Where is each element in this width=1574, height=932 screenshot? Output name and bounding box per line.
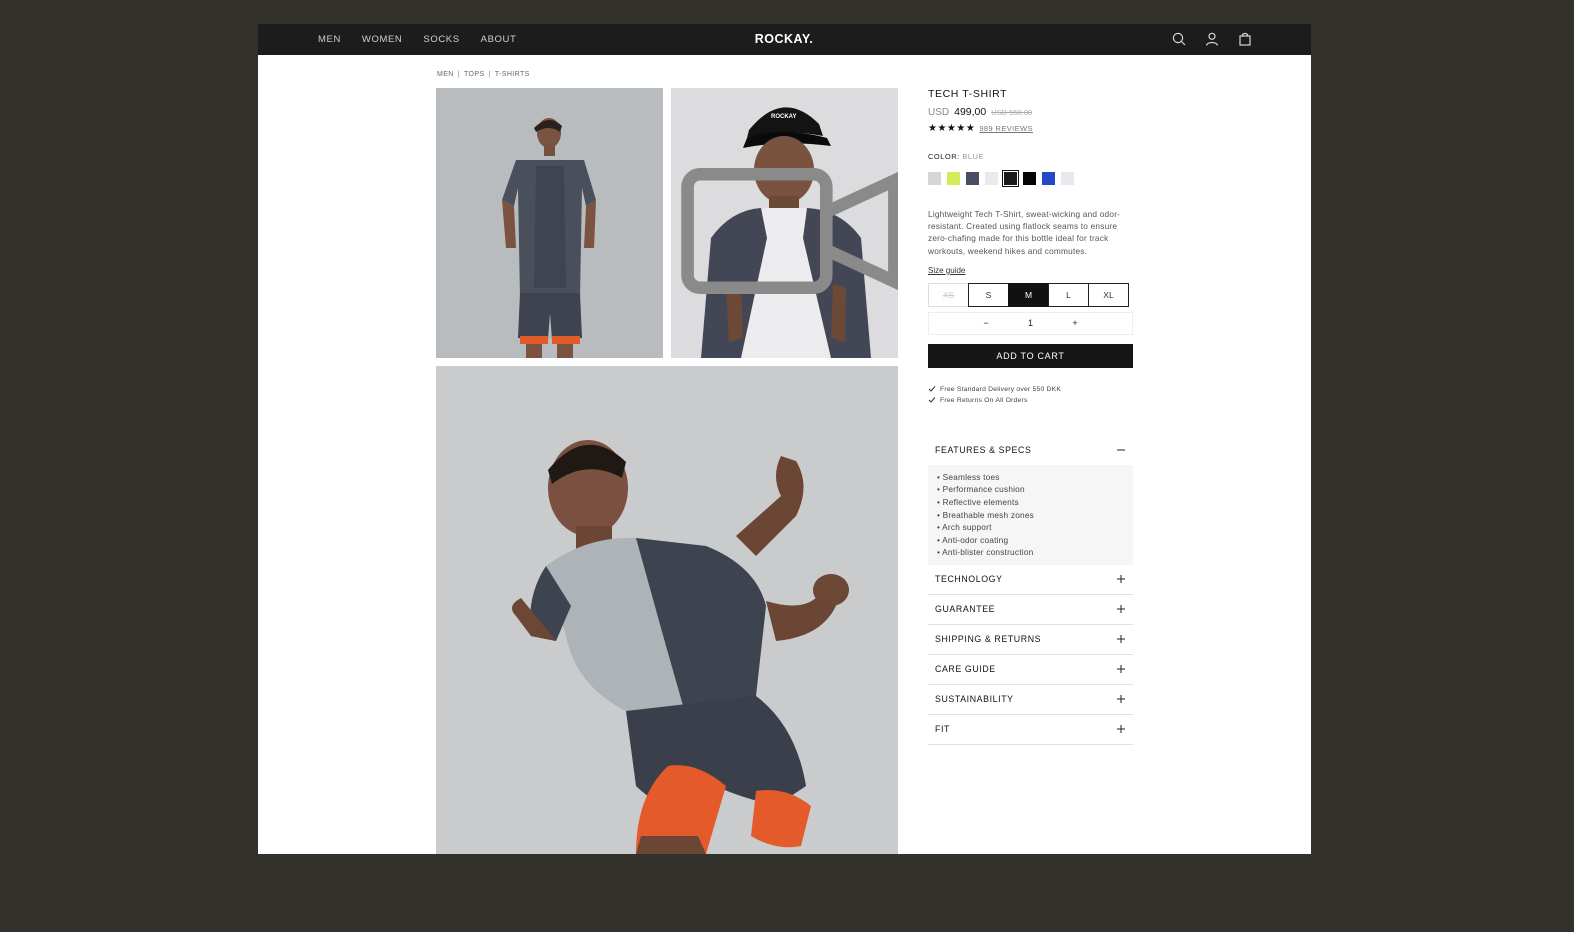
color-value: BLUE <box>962 152 984 161</box>
accordion-title: FEATURES & SPECS <box>935 444 1032 455</box>
price-row: USD 499,00 USD 550,00 <box>928 106 1133 118</box>
breadcrumb-separator: | <box>457 71 460 78</box>
accordion-title: CARE GUIDE <box>935 664 996 675</box>
feature-item: • Performance cushion <box>937 484 1025 495</box>
color-swatch[interactable] <box>1023 172 1036 185</box>
breadcrumb: MEN | TOPS | T-SHIRTS <box>437 71 530 78</box>
back-view-photo[interactable] <box>436 88 663 358</box>
accordion-header-shipping-returns[interactable]: SHIPPING & RETURNS <box>928 625 1133 655</box>
plus-icon[interactable] <box>1116 724 1126 734</box>
price-value: 499,00 <box>954 106 987 118</box>
perk-label: Free Standard Delivery over 550 DKK <box>940 385 1062 393</box>
running-photo[interactable] <box>436 366 898 854</box>
plus-icon[interactable] <box>1116 634 1126 644</box>
breadcrumb-tops[interactable]: TOPS <box>464 71 485 78</box>
features-list: • Seamless toes • Performance cushion • Re… <box>928 464 1133 565</box>
size-option-s[interactable]: S <box>968 282 1009 307</box>
color-swatch[interactable] <box>1042 172 1055 185</box>
quantity-value[interactable]: 1 <box>1028 318 1033 328</box>
nav-link-socks[interactable]: SOCKS <box>423 34 459 45</box>
perk-item: Free Standard Delivery over 550 DKK <box>928 384 1133 395</box>
plus-icon[interactable] <box>1116 574 1126 584</box>
accordion-title: SUSTAINABILITY <box>935 694 1014 705</box>
feature-item: • Seamless toes <box>937 471 1000 482</box>
feature-item: • Anti-blister construction <box>937 547 1034 558</box>
breadcrumb-men[interactable]: MEN <box>437 71 454 78</box>
quantity-stepper: − 1 + <box>928 311 1133 335</box>
size-guide-link[interactable]: Size guide <box>928 266 965 275</box>
video-icon[interactable] <box>680 96 898 358</box>
size-option-xs[interactable]: XS <box>928 282 969 307</box>
color-swatch[interactable] <box>947 172 960 185</box>
minus-icon[interactable] <box>1116 445 1126 455</box>
color-swatches <box>928 170 1133 187</box>
cap-portrait-photo[interactable]: ROCKAY <box>671 88 898 358</box>
accordion-title: SHIPPING & RETURNS <box>935 634 1042 645</box>
check-icon <box>928 386 936 393</box>
size-option-xl[interactable]: XL <box>1088 282 1129 307</box>
accordion-closed-sections: TECHNOLOGY GUARANTEE SHIPPING & RETURNS CAR… <box>928 565 1133 745</box>
accordion-header-technology[interactable]: TECHNOLOGY <box>928 565 1133 595</box>
color-swatch[interactable] <box>928 172 941 185</box>
feature-item: • Anti-odor coating <box>937 534 1009 545</box>
accordion-header-guarantee[interactable]: GUARANTEE <box>928 595 1133 625</box>
product-title: TECH T-SHIRT <box>928 88 1008 100</box>
feature-item: • Breathable mesh zones <box>937 509 1034 520</box>
nav-link-women[interactable]: WOMEN <box>362 34 402 45</box>
star-rating-icon: ★★★★★ <box>928 123 976 134</box>
feature-item: • Arch support <box>937 522 992 533</box>
nav-icons <box>1171 31 1253 47</box>
accordion-title: FIT <box>935 724 950 735</box>
quantity-increase-button[interactable]: + <box>1069 318 1081 328</box>
perks-list: Free Standard Delivery over 550 DKK Free… <box>928 384 1133 406</box>
product-description: Lightweight Tech T-Shirt, sweat-wicking … <box>928 209 1121 256</box>
perk-item: Free Returns On All Orders <box>928 395 1133 406</box>
bag-icon[interactable] <box>1237 31 1253 47</box>
size-option-m[interactable]: M <box>1008 282 1049 307</box>
add-to-cart-button[interactable]: ADD TO CART <box>928 343 1133 368</box>
color-label: COLOR: <box>928 152 960 161</box>
nav-link-about[interactable]: ABOUT <box>481 34 517 45</box>
color-label-row: COLOR: BLUE <box>928 152 1133 161</box>
accordion-title: GUARANTEE <box>935 604 996 615</box>
price-currency: USD <box>928 107 950 118</box>
nav-link-men[interactable]: MEN <box>318 34 341 45</box>
rating-row: ★★★★★ 989 REVIEWS <box>928 123 1133 134</box>
brand-logo[interactable]: ROCKAY. <box>734 32 834 46</box>
quantity-decrease-button[interactable]: − <box>980 318 992 328</box>
accordion-features: FEATURES & SPECS • Seamless toes • Perfor… <box>928 435 1133 565</box>
accordion-header-features[interactable]: FEATURES & SPECS <box>928 435 1133 465</box>
color-swatch[interactable] <box>1002 170 1019 187</box>
search-icon[interactable] <box>1171 31 1187 47</box>
check-icon <box>928 397 936 404</box>
nav-links: MEN WOMEN SOCKS ABOUT <box>318 24 516 55</box>
color-swatch[interactable] <box>1061 172 1074 185</box>
old-price: USD 550,00 <box>991 108 1033 117</box>
breadcrumb-separator: | <box>488 71 491 78</box>
reviews-link[interactable]: 989 REVIEWS <box>979 124 1033 133</box>
size-selector: XS S M L XL <box>928 282 1133 307</box>
feature-item: • Reflective elements <box>937 497 1019 507</box>
size-option-l[interactable]: L <box>1048 282 1089 307</box>
perk-label: Free Returns On All Orders <box>940 396 1028 404</box>
browser-page: MEN WOMEN SOCKS ABOUT ROCKAY. MEN | TOPS <box>258 24 1311 854</box>
color-swatch[interactable] <box>966 172 979 185</box>
accordion-header-fit[interactable]: FIT <box>928 715 1133 745</box>
product-accordion: FEATURES & SPECS • Seamless toes • Perfor… <box>928 435 1133 745</box>
breadcrumb-t-shirts[interactable]: T-SHIRTS <box>495 71 530 78</box>
account-icon[interactable] <box>1204 31 1220 47</box>
plus-icon[interactable] <box>1116 604 1126 614</box>
product-panel: TECH T-SHIRT USD 499,00 USD 550,00 ★★★★★… <box>928 88 1133 745</box>
plus-icon[interactable] <box>1116 694 1126 704</box>
color-swatch[interactable] <box>985 172 998 185</box>
top-navigation: MEN WOMEN SOCKS ABOUT ROCKAY. <box>258 24 1311 55</box>
accordion-title: TECHNOLOGY <box>935 574 1003 585</box>
accordion-header-sustainability[interactable]: SUSTAINABILITY <box>928 685 1133 715</box>
plus-icon[interactable] <box>1116 664 1126 674</box>
accordion-header-care-guide[interactable]: CARE GUIDE <box>928 655 1133 685</box>
